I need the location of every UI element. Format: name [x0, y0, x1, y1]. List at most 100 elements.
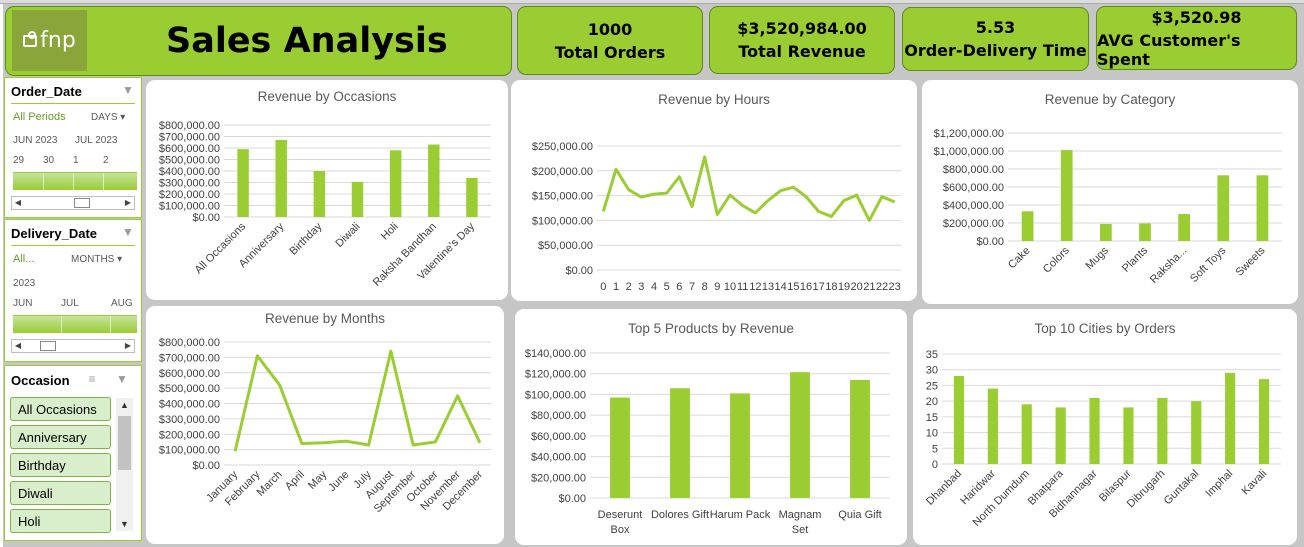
x-tick-label: 16: [800, 281, 812, 293]
day-label: 30: [43, 155, 55, 166]
order-date-timeline[interactable]: Order_Date ▼ All Periods DAYS ▾ JUN 2023…: [4, 77, 142, 218]
scroll-left-icon[interactable]: ◀: [12, 197, 24, 209]
kpi-avg-customer-spent: $3,520.98 AVG Customer's Spent: [1096, 6, 1297, 70]
x-tick-label: Sweets: [1234, 244, 1268, 278]
chart-revenue-by-category[interactable]: Revenue by Category $0.00 $200,000.00 $400,…: [922, 80, 1298, 304]
x-tick-label: 7: [689, 281, 695, 293]
y-tick-label: $400,000.00: [159, 399, 220, 411]
chart-svg: Top 10 Cities by Orders 0 5 10 15 20 25 30 35 Dha…: [924, 321, 1281, 529]
x-tick-label: Diwali: [333, 221, 362, 250]
y-tick-label: $200,000.00: [532, 166, 593, 178]
bar: [953, 376, 965, 464]
period-label[interactable]: All...: [13, 253, 34, 265]
clear-filter-icon[interactable]: ▼: [121, 83, 135, 97]
bar: [610, 397, 630, 498]
ribbon-strip: [0, 0, 1304, 4]
series-line: [601, 155, 896, 222]
time-level-dropdown[interactable]: MONTHS ▾: [71, 254, 122, 265]
scroll-left-icon[interactable]: ◀: [12, 340, 24, 352]
x-tick-label: 23: [889, 281, 901, 293]
slicer-item-anniversary[interactable]: Anniversary: [10, 425, 111, 449]
x-tick-label: Raksha...: [1148, 245, 1189, 286]
bar: [1258, 379, 1270, 464]
chart-revenue-by-months[interactable]: Revenue by Months $0.00 $100,000.00 $200,00…: [146, 306, 504, 544]
y-tick-label: $800,000.00: [159, 337, 220, 349]
scroll-right-icon[interactable]: ▶: [122, 340, 134, 352]
y-tick-label: $200,000.00: [159, 429, 220, 441]
month-label: JUL 2023: [75, 135, 118, 146]
y-tick-label: $600,000.00: [159, 143, 220, 155]
delivery-date-timeline[interactable]: Delivery_Date ▼ All... MONTHS ▾ 2023 JUN…: [4, 219, 142, 362]
y-tick-label: $700,000.00: [159, 352, 220, 364]
slicer-item-all-occasions[interactable]: All Occasions: [10, 397, 111, 421]
kpi-label: AVG Customer's Spent: [1097, 30, 1241, 69]
chart-top-10-cities[interactable]: Top 10 Cities by Orders 0 5 10 15 20 25 30 35 Dha…: [913, 309, 1297, 545]
bar: [275, 139, 287, 217]
x-tick-label: All Occasions: [193, 220, 249, 276]
chart-svg: Revenue by Category $0.00 $200,000.00 $400,…: [934, 92, 1282, 286]
y-tick-label: $600,000.00: [943, 182, 1004, 194]
month-label: JUN: [13, 298, 33, 309]
chart-revenue-by-hours[interactable]: Revenue by Hours $0.00 $50,000.00 $100,000.…: [511, 80, 917, 301]
chevron-down-icon: ▾: [120, 112, 126, 123]
title-banner: fnp Sales Analysis: [5, 6, 512, 76]
x-tick-label: June: [326, 469, 351, 494]
clear-filter-icon[interactable]: ▼: [121, 225, 135, 239]
chart-top-5-products[interactable]: Top 5 Products by Revenue $0.00 $20,000.00…: [515, 309, 907, 545]
chart-svg: Revenue by Occasions $0.00$100,000.00$200…: [159, 89, 491, 289]
slicer-item-diwali[interactable]: Diwali: [10, 481, 111, 505]
scroll-thumb[interactable]: [118, 416, 131, 470]
x-tick-label: Soft Toys: [1188, 244, 1229, 285]
scroll-up-icon[interactable]: ▲: [116, 398, 133, 412]
x-tick-label: 4: [651, 281, 657, 293]
divider: [11, 103, 135, 104]
multi-select-icon[interactable]: ≡: [85, 372, 99, 386]
slicer-scrollbar[interactable]: ▲ ▼: [116, 398, 133, 531]
kpi-value: 1000: [587, 19, 633, 39]
y-tick-label: $50,000.00: [538, 240, 593, 252]
kpi-total-orders: 1000 Total Orders: [517, 6, 703, 75]
time-level-label: MONTHS: [71, 254, 115, 265]
bar: [1021, 404, 1032, 464]
y-tick-label: $800,000.00: [943, 164, 1004, 176]
y-tick-label: 0: [932, 459, 938, 471]
y-tick-label: $0.00: [558, 493, 586, 505]
period-label[interactable]: All Periods: [13, 111, 66, 123]
bar: [1060, 150, 1073, 241]
day-label: 2: [103, 155, 109, 166]
slicer-item-birthday[interactable]: Birthday: [10, 453, 111, 477]
kpi-label: Order-Delivery Time: [904, 41, 1087, 60]
timeline-scrollbar[interactable]: ◀ ▶: [11, 339, 135, 353]
scroll-thumb[interactable]: [40, 341, 56, 351]
bar: [351, 181, 364, 217]
x-tick-label: Birthday: [287, 220, 324, 257]
time-level-dropdown[interactable]: DAYS ▾: [91, 112, 125, 123]
bar: [850, 379, 870, 498]
x-tick-label: 18: [825, 281, 837, 293]
x-tick-label: Cake: [1006, 245, 1033, 272]
kpi-value: 5.53: [975, 18, 1016, 37]
y-tick-label: $700,000.00: [159, 132, 220, 144]
series-line: [233, 349, 482, 452]
chart-revenue-by-occasions[interactable]: Revenue by Occasions $0.00 $100,000.00 $200…: [146, 80, 508, 300]
x-tick-label: 3: [638, 281, 644, 293]
scroll-down-icon[interactable]: ▼: [116, 517, 133, 531]
x-tick-label: May: [306, 468, 330, 492]
timeline-bar[interactable]: [13, 315, 137, 334]
y-tick-label: $200,000.00: [943, 218, 1004, 230]
logo-text: fnp: [40, 28, 76, 53]
x-tick-label: Guntakal: [1162, 468, 1202, 508]
x-tick-label: April: [283, 469, 307, 493]
scroll-right-icon[interactable]: ▶: [122, 197, 134, 209]
x-tick-label: 22: [876, 281, 888, 293]
timeline-bar[interactable]: [13, 172, 137, 191]
x-tick-label: 17: [813, 281, 825, 293]
x-tick-label: 13: [762, 281, 774, 293]
x-tick-label: 1: [613, 281, 619, 293]
slicer-item-holi[interactable]: Holi: [10, 509, 111, 533]
clear-filter-icon[interactable]: ▼: [115, 372, 129, 386]
gift-icon: [23, 30, 38, 47]
timeline-scrollbar[interactable]: ◀ ▶: [11, 196, 135, 210]
chart-title: Revenue by Hours: [658, 92, 770, 107]
scroll-thumb[interactable]: [74, 198, 90, 208]
